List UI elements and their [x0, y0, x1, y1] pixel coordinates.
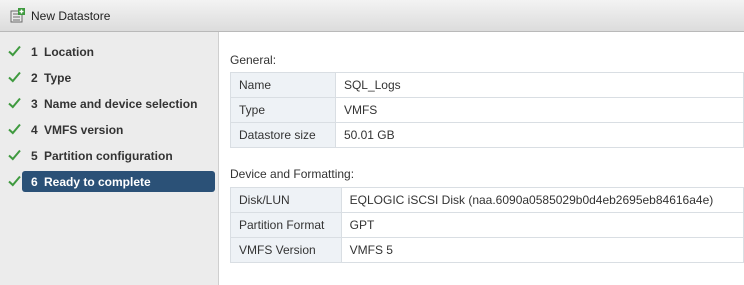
step-number: 3	[31, 97, 38, 111]
step-label: Name and device selection	[44, 97, 198, 111]
step-vmfs-version[interactable]: 4 VMFS version	[4, 119, 215, 140]
window-title: New Datastore	[31, 9, 111, 23]
table-row: Name SQL_Logs	[230, 72, 744, 98]
step-number: 1	[31, 45, 38, 59]
row-value: VMFS	[334, 97, 744, 123]
table-row: Type VMFS	[230, 97, 744, 123]
step-name-and-device-selection[interactable]: 3 Name and device selection	[4, 93, 215, 114]
general-table: Name SQL_Logs Type VMFS Datastore size 5…	[230, 72, 744, 148]
step-number: 2	[31, 71, 38, 85]
table-row: Disk/LUN EQLOGIC iSCSI Disk (naa.6090a05…	[230, 187, 744, 213]
wizard-steps: 1 Location 2 Type 3 Name and device sele…	[0, 32, 219, 285]
check-icon	[8, 45, 21, 57]
row-value: EQLOGIC iSCSI Disk (naa.6090a0585029b0d4…	[340, 187, 744, 213]
row-key: Partition Format	[230, 212, 342, 238]
row-key: Name	[230, 72, 336, 98]
table-row: VMFS Version VMFS 5	[230, 237, 744, 263]
step-label: Partition configuration	[44, 149, 173, 163]
row-value: SQL_Logs	[334, 72, 744, 98]
check-icon	[8, 123, 21, 135]
row-value: GPT	[340, 212, 744, 238]
step-number: 5	[31, 149, 38, 163]
row-key: Disk/LUN	[230, 187, 342, 213]
row-key: Datastore size	[230, 122, 336, 148]
datastore-add-icon	[10, 8, 25, 23]
step-number: 4	[31, 123, 38, 137]
step-location[interactable]: 1 Location	[4, 41, 215, 62]
step-partition-configuration[interactable]: 5 Partition configuration	[4, 145, 215, 166]
check-icon	[8, 97, 21, 109]
check-icon	[8, 71, 21, 83]
table-row: Partition Format GPT	[230, 212, 744, 238]
general-section-title: General:	[230, 53, 277, 67]
check-icon	[8, 175, 21, 187]
table-row: Datastore size 50.01 GB	[230, 122, 744, 148]
summary-panel: General: Name SQL_Logs Type VMFS Datasto…	[220, 32, 744, 285]
row-key: VMFS Version	[230, 237, 342, 263]
device-table: Disk/LUN EQLOGIC iSCSI Disk (naa.6090a05…	[230, 187, 744, 263]
step-label: VMFS version	[44, 123, 124, 137]
check-icon	[8, 149, 21, 161]
title-bar: New Datastore	[0, 0, 744, 32]
step-ready-to-complete[interactable]: 6 Ready to complete	[4, 171, 215, 192]
step-number: 6	[31, 175, 38, 189]
row-value: VMFS 5	[340, 237, 744, 263]
row-key: Type	[230, 97, 336, 123]
row-value: 50.01 GB	[334, 122, 744, 148]
step-type[interactable]: 2 Type	[4, 67, 215, 88]
step-label: Ready to complete	[44, 175, 151, 189]
device-section-title: Device and Formatting:	[230, 167, 355, 181]
step-label: Location	[44, 45, 94, 59]
step-label: Type	[44, 71, 72, 85]
